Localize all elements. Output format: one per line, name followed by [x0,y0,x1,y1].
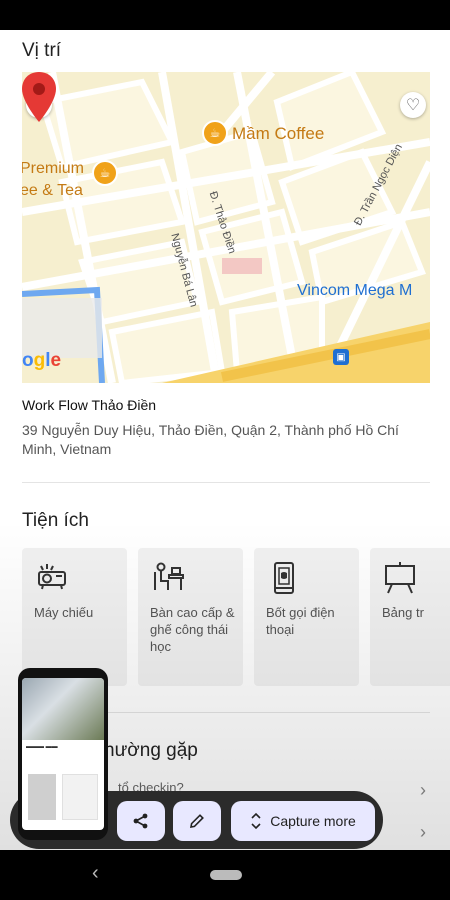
map-pin-icon[interactable] [22,72,56,122]
coffee-icon[interactable]: ☕ [202,120,228,146]
venue-name: Work Flow Thảo Điền [22,397,157,413]
map-favorite-button[interactable]: ♡ [400,92,426,118]
thumbnail-block [28,774,56,820]
capture-thumbnail[interactable]: ▬▬▬ ▬▬ [18,668,108,840]
desk-chair-icon [154,562,184,590]
share-button[interactable] [117,801,165,841]
amenity-card-phone-booth[interactable]: Bốt gọi điện thoại [254,548,359,686]
map-label-premium[interactable]: Premium ee & Tea [22,158,84,202]
thumbnail-text: ▬▬▬ ▬▬ [26,744,58,750]
projector-icon [38,564,66,590]
capture-more-button[interactable]: Capture more [231,801,375,841]
edit-button[interactable] [173,801,221,841]
amenity-card-desk-chair[interactable]: Bàn cao cấp & ghế công thái học [138,548,243,686]
coffee-icon[interactable]: ☕ [92,160,118,186]
status-bar [0,0,450,30]
faq-section-title: hường gặp [104,740,198,761]
google-logo: ogle [22,350,62,371]
bus-stop-icon[interactable]: ▣ [333,349,349,365]
nav-home-icon[interactable] [210,870,242,880]
amenities-section-title: Tiện ích [22,510,89,531]
chevron-right-icon[interactable]: › [420,780,426,801]
amenity-label: Máy chiếu [34,605,94,620]
whiteboard-icon [385,562,415,594]
map-label-premium-line2: ee & Tea [22,182,83,199]
pencil-icon [190,814,204,828]
expand-vertical-icon [251,812,261,830]
location-map[interactable]: ‹ ♡ ☕ Mầm Coffee Premium ee & Tea ☕ Đ. T… [22,72,430,383]
chevron-right-icon[interactable]: › [420,822,426,843]
nav-back-icon[interactable]: ‹ [92,862,99,885]
phone-booth-icon [274,562,294,594]
amenity-label: Bốt gọi điện thoại [266,605,335,637]
amenity-label: Bàn cao cấp & ghế công thái học [150,605,235,654]
venue-address: 39 Nguyễn Duy Hiệu, Thảo Điền, Quận 2, T… [22,422,399,457]
thumbnail-block [62,774,98,820]
heart-icon: ♡ [405,97,421,114]
share-icon [133,813,148,829]
location-section-title: Vị trí [22,40,62,61]
system-nav-bar: ‹ [0,850,450,900]
map-label-premium-line1: Premium [22,160,85,177]
map-label-coffee[interactable]: Mầm Coffee [232,124,324,144]
thumbnail-photo [22,678,104,740]
divider [22,482,430,483]
capture-more-label: Capture more [270,813,356,829]
thumbnail-screen: ▬▬▬ ▬▬ [22,678,104,830]
amenity-card-projector[interactable]: Máy chiếu [22,548,127,686]
map-label-vincom[interactable]: Vincom Mega M [297,282,412,300]
amenity-label: Bảng tr [382,605,424,620]
amenity-card-whiteboard[interactable]: Bảng tr [370,548,450,686]
amenities-list[interactable]: Máy chiếu Bàn cao cấp & ghế công thái họ… [22,548,450,688]
